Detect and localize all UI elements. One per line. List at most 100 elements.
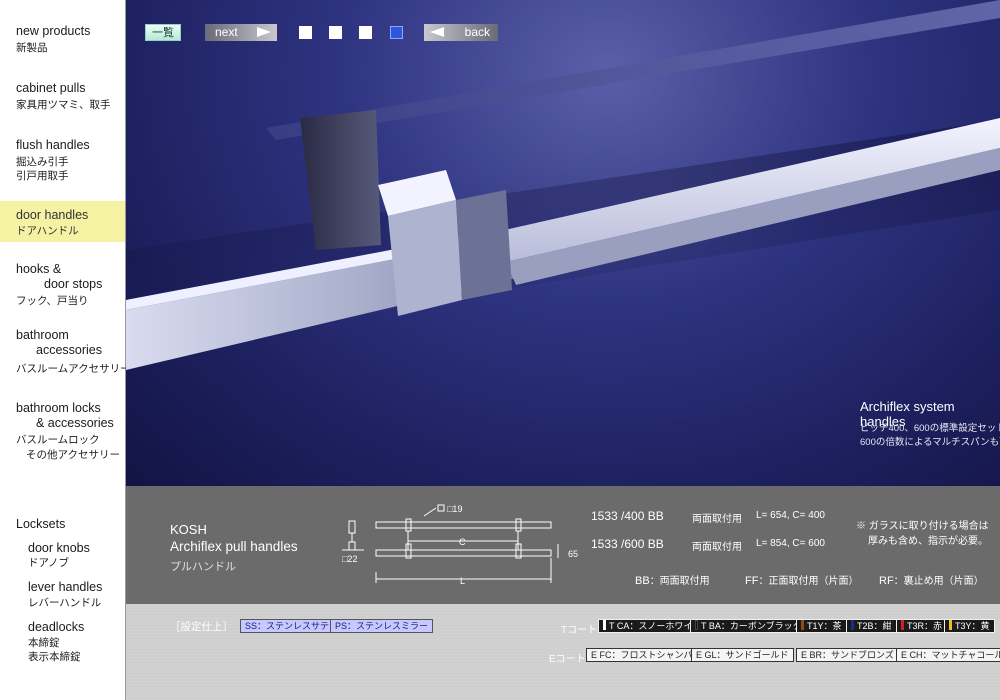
legend-text: ：正面取付用（片面）	[758, 576, 859, 587]
finishes-panel: ［設定仕上］ SS：ステンレスサテン PS：ステンレスミラー Tコート T CA…	[126, 604, 1000, 700]
t-coat-label: Tコート	[561, 625, 598, 636]
e-coat-label: Eコート	[549, 654, 586, 665]
sidebar-item-sublabel: ドアノブ	[28, 557, 70, 569]
sidebar-item-label: new products	[16, 24, 91, 38]
page-2-button[interactable]	[329, 26, 342, 39]
sidebar-item-new-products[interactable]: new products 新製品	[0, 24, 125, 64]
legend-text: ：裏止め用（片面）	[893, 576, 984, 587]
sidebar-item-label: door stops	[44, 277, 103, 291]
dim-pitch-label: C	[459, 537, 466, 547]
color-swatch	[901, 620, 904, 630]
sidebar-item-label: door knobs	[28, 541, 90, 555]
variant-mount: 両面取付用	[692, 542, 742, 553]
finish-chip-egl: E GL：サンドゴールド	[691, 648, 794, 662]
sidebar-item-sublabel: 新製品	[16, 42, 48, 54]
finish-chip-ss: SS：ステンレスサテン	[240, 619, 344, 633]
back-button[interactable]: back	[424, 24, 498, 41]
finish-chip-label: T BA：カーボンブラック	[701, 621, 802, 631]
sidebar-item-sublabel: 掘込み引手	[16, 156, 69, 168]
arrow-left-icon	[430, 27, 444, 37]
product-photo: Archiflex system handles ピッチ400、600の標準設定…	[126, 0, 1000, 486]
sidebar-item-sublabel: 引戸用取手	[16, 170, 69, 182]
sidebar-item-sublabel: フック、戸当り	[16, 295, 89, 307]
finish-chip-t3y: T3Y：黄	[944, 619, 995, 633]
dim-height-label: 65	[568, 549, 578, 559]
sidebar-item-sublabel: レバーハンドル	[28, 597, 102, 609]
sidebar-item-hooks-door-stops[interactable]: hooks & door stops フック、戸当り	[0, 262, 125, 310]
sidebar-item-label: flush handles	[16, 138, 90, 152]
sidebar-item-sublabel: その他アクセサリー	[26, 449, 120, 461]
variant-mount: 両面取付用	[692, 514, 742, 525]
finish-chip-ebr: E BR：サンドブロンズ	[796, 648, 899, 662]
color-swatch	[695, 620, 698, 630]
color-swatch	[851, 620, 854, 630]
sidebar-item-label: hooks &	[16, 262, 62, 276]
photo-caption-text: ピッチ400、600の標準設定セットだけでなく、400、 600の倍数によるマル…	[860, 422, 1000, 450]
page-1-button[interactable]	[299, 26, 312, 39]
variant-spec: L= 854, C= 600	[756, 538, 825, 549]
finish-chip-ech: E CH：マットチャコール	[896, 648, 1000, 662]
finish-chip-efc: E FC：フロストシャンパン	[586, 648, 707, 662]
sidebar-heading-label: Locksets	[16, 517, 66, 531]
sidebar-item-sublabel: バスルームアクセサリー	[16, 363, 131, 375]
color-swatch	[801, 620, 804, 630]
spec-panel: KOSH Archiflex pull handles プルハンドル □19 □…	[126, 486, 1000, 604]
finish-chip-label: T3Y：黄	[955, 621, 990, 631]
legend-bb: BB：両面取付用	[635, 572, 710, 587]
legend-code: BB	[635, 575, 650, 587]
arrow-right-icon	[257, 27, 271, 37]
sidebar-heading-locksets: Locksets	[0, 517, 125, 535]
sidebar-item-bathroom-accessories[interactable]: bathroom accessories バスルームアクセサリー	[0, 328, 131, 376]
sidebar-item-door-handles[interactable]: door handles ドアハンドル	[0, 201, 125, 242]
sidebar-item-bathroom-locks[interactable]: bathroom locks & accessories バスルームロック その…	[0, 401, 125, 463]
sidebar-item-sublabel: ドアハンドル	[16, 225, 79, 237]
variant-code: 1533 /600 BB	[591, 537, 664, 551]
sidebar-item-door-knobs[interactable]: door knobs ドアノブ	[0, 541, 125, 571]
variant-spec: L= 654, C= 400	[756, 510, 825, 521]
finish-chip-t2b: T2B：紺	[846, 619, 897, 633]
next-button-label: next	[215, 25, 238, 39]
finish-chip-t3r: T3R：赤	[896, 619, 948, 633]
photo-caption-line: ピッチ400、600の標準設定セットだけでなく、400、	[860, 423, 1000, 434]
sidebar-item-label: & accessories	[36, 416, 114, 430]
sidebar-item-sublabel: バスルームロック	[16, 434, 100, 446]
glass-note: ※ ガラスに取り付ける場合は	[856, 521, 989, 532]
dim-side-label: □22	[342, 554, 357, 564]
finish-chip-ps: PS：ステンレスミラー	[330, 619, 434, 633]
sidebar-item-sublabel: 表示本締錠	[28, 651, 81, 663]
color-swatch	[949, 620, 952, 630]
color-swatch	[603, 620, 606, 630]
sidebar-item-lever-handles[interactable]: lever handles レバーハンドル	[0, 580, 125, 610]
finish-chip-label: T2B：紺	[857, 621, 892, 631]
page-4-button[interactable]	[390, 26, 403, 39]
legend-rf: RF：裏止め用（片面）	[879, 572, 984, 587]
photo-caption-line: 600の倍数によるマルチスパンも可能です。	[860, 437, 1000, 448]
sidebar-item-label: bathroom	[16, 328, 69, 342]
sidebar-item-flush-handles[interactable]: flush handles 掘込み引手 引戸用取手	[0, 138, 125, 186]
legend-text: ：両面取付用	[649, 576, 710, 587]
sidebar-item-sublabel: 家具用ツマミ、取手	[16, 99, 111, 111]
sidebar-item-label: cabinet pulls	[16, 81, 86, 95]
glass-note: 厚みも含め、指示が必要。	[868, 536, 988, 547]
sidebar-item-cabinet-pulls[interactable]: cabinet pulls 家具用ツマミ、取手	[0, 81, 125, 121]
sidebar: new products 新製品 cabinet pulls 家具用ツマミ、取手…	[0, 0, 131, 700]
sidebar-item-label: bathroom locks	[16, 401, 101, 415]
next-button[interactable]: next	[205, 24, 277, 41]
dim-square-label: □19	[447, 504, 462, 514]
sidebar-item-sublabel: 本締錠	[28, 637, 60, 649]
sidebar-item-deadlocks[interactable]: deadlocks 本締錠 表示本締錠	[0, 620, 125, 666]
sidebar-item-label: deadlocks	[28, 620, 85, 634]
variant-code: 1533 /400 BB	[591, 509, 664, 523]
sidebar-item-label: accessories	[36, 343, 102, 357]
list-button[interactable]: 一覧	[145, 24, 181, 41]
sidebar-item-label: door handles	[16, 208, 89, 222]
dim-length-label: L	[460, 576, 465, 586]
page-3-button[interactable]	[359, 26, 372, 39]
finish-chip-t1y: T1Y：茶	[796, 619, 847, 633]
sidebar-item-label: lever handles	[28, 580, 103, 594]
finishes-label: ［設定仕上］	[170, 621, 233, 633]
legend-code: FF	[745, 575, 759, 587]
legend-ff: FF：正面取付用（片面）	[745, 572, 858, 587]
finish-chip-tba: T BA：カーボンブラック	[690, 619, 807, 633]
finish-chip-label: T CA：スノーホワイト	[609, 621, 702, 631]
